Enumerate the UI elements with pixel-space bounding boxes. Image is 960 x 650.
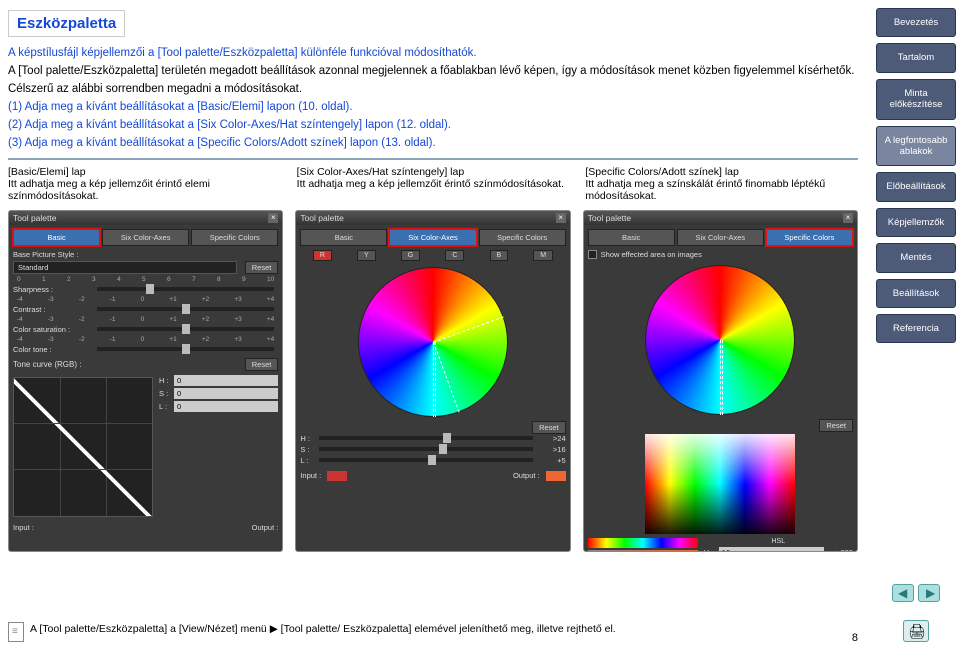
tab-six-color[interactable]: Six Color-Axes [677,229,764,246]
tab-six-color[interactable]: Six Color-Axes [389,229,476,246]
tab-specific[interactable]: Specific Colors [479,229,566,246]
output-swatch [546,471,566,481]
base-style-label: Base Picture Style : [13,250,93,259]
panel-title: Tool palette [296,211,569,225]
nav-intro[interactable]: Bevezetés [876,8,956,37]
reset-button[interactable]: Reset [532,421,566,434]
panel-title: Tool palette [9,211,282,225]
sharpness-label: Sharpness : [13,285,93,294]
h-val[interactable]: 16 [719,547,824,552]
intro-line-1: A képstílusfájl képjellemzői a [Tool pal… [8,45,858,61]
h-slider[interactable] [319,436,532,440]
nav-print-icon[interactable] [903,620,929,642]
close-icon[interactable]: × [556,213,566,223]
show-affected-checkbox[interactable] [588,250,597,259]
output-label: Output : [513,471,540,480]
s-slider[interactable] [319,447,532,451]
nav-back-icon[interactable] [892,584,914,602]
tab-descriptions: [Basic/Elemi] lap Itt adhatja meg a kép … [8,158,858,202]
page-number: 8 [852,632,858,644]
col-six-desc: Itt adhatja meg a kép jellemzőit érintő … [297,178,570,190]
hint-icon [8,622,24,642]
color-wheel[interactable] [358,267,508,417]
tab-basic[interactable]: Basic [588,229,675,246]
input-label: Input : [300,471,321,480]
nav-toc[interactable]: Tartalom [876,43,956,72]
h-field[interactable]: 0 [174,375,278,386]
tone-slider[interactable] [97,347,274,351]
intro-line-3: Célszerű az alábbi sorrendben megadni a … [8,81,858,97]
tone-curve[interactable] [13,377,153,517]
col-basic-title: [Basic/Elemi] lap [8,166,281,178]
tab-six-color[interactable]: Six Color-Axes [102,229,189,246]
panel-basic: Tool palette × Basic Six Color-Axes Spec… [8,210,283,552]
intro-line-2: A [Tool palette/Eszközpaletta] területén… [8,63,858,79]
nav-reference[interactable]: Referencia [876,314,956,343]
col-basic-desc: Itt adhatja meg a kép jellemzőit érintő … [8,178,281,202]
panel-title: Tool palette [584,211,857,225]
nav-settings[interactable]: Beállítások [876,279,956,308]
nav-main-windows[interactable]: A legfontosabb ablakok [876,126,956,167]
output-label: Output : [252,523,279,532]
reset-button[interactable]: Reset [245,261,279,274]
tab-specific[interactable]: Specific Colors [766,229,853,246]
close-icon[interactable]: × [268,213,278,223]
panel-six-color: Tool palette × Basic Six Color-Axes Spec… [295,210,570,552]
sharpness-slider[interactable] [97,287,274,291]
close-icon[interactable]: × [843,213,853,223]
curve-label: Tone curve (RGB) : [13,360,93,369]
nav-presets[interactable]: Előbeállítások [876,172,956,201]
sat-gradient[interactable] [588,550,698,552]
tab-specific[interactable]: Specific Colors [191,229,278,246]
nav-sample[interactable]: Minta előkészítése [876,79,956,120]
color-field[interactable] [645,434,795,534]
sidebar-nav: Bevezetés Tartalom Minta előkészítése A … [872,0,960,650]
saturation-slider[interactable] [97,327,274,331]
saturation-label: Color saturation : [13,325,93,334]
hue-gradient[interactable] [588,538,698,548]
s-field[interactable]: 0 [174,388,278,399]
input-swatch [327,471,347,481]
tab-basic[interactable]: Basic [13,229,100,246]
nav-forward-icon[interactable] [918,584,940,602]
intro-line-4: (1) Adja meg a kívánt beállításokat a [B… [8,99,858,115]
panel-specific-colors: Tool palette × Basic Six Color-Axes Spec… [583,210,858,552]
nav-image-char[interactable]: Képjellemzők [876,208,956,237]
contrast-slider[interactable] [97,307,274,311]
tab-basic[interactable]: Basic [300,229,387,246]
col-six-title: [Six Color-Axes/Hat színtengely] lap [297,166,570,178]
show-affected-label: Show effected area on images [601,250,702,259]
nav-save[interactable]: Mentés [876,243,956,272]
col-spec-desc: Itt adhatja meg a színskálát érintő fino… [585,178,858,202]
col-spec-title: [Specific Colors/Adott színek] lap [585,166,858,178]
color-wheel[interactable] [645,265,795,415]
footnote: A [Tool palette/Eszközpaletta] a [View/N… [8,622,762,642]
intro-line-5: (2) Adja meg a kívánt beállításokat a [S… [8,117,858,133]
reset-button[interactable]: Reset [819,419,853,432]
tone-label: Color tone : [13,345,93,354]
input-label: Input : [13,523,34,532]
contrast-label: Contrast : [13,305,93,314]
intro-line-6: (3) Adja meg a kívánt beállításokat a [S… [8,135,858,151]
base-style-select[interactable]: Standard [13,261,237,274]
l-field[interactable]: 0 [174,401,278,412]
l-slider[interactable] [319,458,532,462]
reset-button[interactable]: Reset [245,358,279,371]
page-title: Eszközpaletta [8,10,125,37]
